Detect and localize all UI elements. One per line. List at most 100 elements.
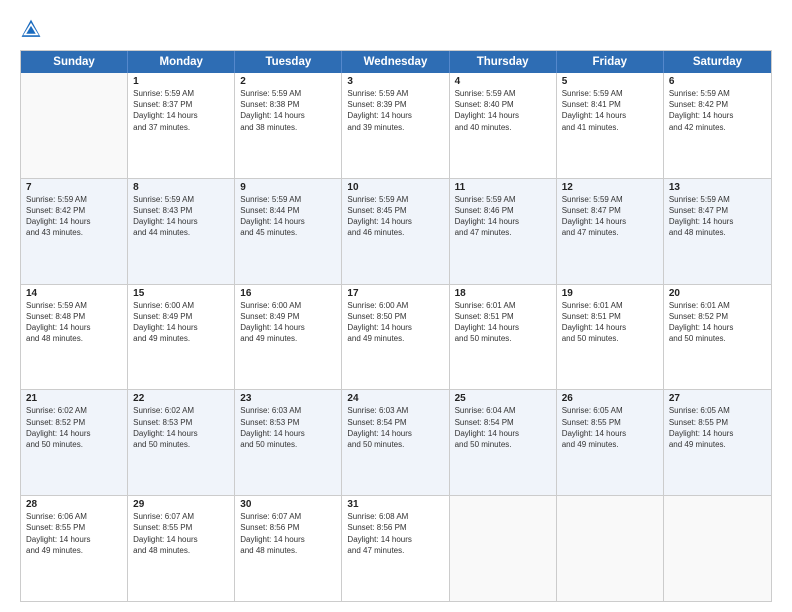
day-info-line: Sunset: 8:53 PM (133, 417, 229, 428)
day-info-line: and 50 minutes. (347, 439, 443, 450)
day-info-line: Sunset: 8:47 PM (669, 205, 766, 216)
weekday-header: Monday (128, 51, 235, 73)
day-cell: 16Sunrise: 6:00 AMSunset: 8:49 PMDayligh… (235, 285, 342, 390)
day-info-line: Sunrise: 5:59 AM (455, 88, 551, 99)
logo (20, 18, 46, 40)
day-number: 15 (133, 288, 229, 299)
calendar-row: 7Sunrise: 5:59 AMSunset: 8:42 PMDaylight… (21, 179, 771, 285)
day-info-line: and 38 minutes. (240, 122, 336, 133)
day-cell: 4Sunrise: 5:59 AMSunset: 8:40 PMDaylight… (450, 73, 557, 178)
day-number: 22 (133, 393, 229, 404)
day-info-line: Sunrise: 6:01 AM (669, 300, 766, 311)
day-cell: 3Sunrise: 5:59 AMSunset: 8:39 PMDaylight… (342, 73, 449, 178)
day-info-line: and 50 minutes. (562, 333, 658, 344)
day-info-line: Sunrise: 6:06 AM (26, 511, 122, 522)
day-info-line: Sunset: 8:49 PM (133, 311, 229, 322)
day-info-line: and 40 minutes. (455, 122, 551, 133)
day-info-line: Sunset: 8:41 PM (562, 99, 658, 110)
day-info-line: Daylight: 14 hours (455, 322, 551, 333)
day-info-line: Sunrise: 6:02 AM (26, 405, 122, 416)
day-number: 31 (347, 499, 443, 510)
day-cell: 12Sunrise: 5:59 AMSunset: 8:47 PMDayligh… (557, 179, 664, 284)
day-info-line: and 45 minutes. (240, 227, 336, 238)
day-cell: 21Sunrise: 6:02 AMSunset: 8:52 PMDayligh… (21, 390, 128, 495)
day-cell: 13Sunrise: 5:59 AMSunset: 8:47 PMDayligh… (664, 179, 771, 284)
day-info-line: Daylight: 14 hours (562, 322, 658, 333)
day-info-line: Sunset: 8:45 PM (347, 205, 443, 216)
day-info-line: Sunset: 8:43 PM (133, 205, 229, 216)
day-number: 26 (562, 393, 658, 404)
calendar-row: 21Sunrise: 6:02 AMSunset: 8:52 PMDayligh… (21, 390, 771, 496)
day-info-line: Sunrise: 6:01 AM (562, 300, 658, 311)
day-cell: 25Sunrise: 6:04 AMSunset: 8:54 PMDayligh… (450, 390, 557, 495)
day-info-line: Sunrise: 6:04 AM (455, 405, 551, 416)
calendar-row: 28Sunrise: 6:06 AMSunset: 8:55 PMDayligh… (21, 496, 771, 601)
day-number: 18 (455, 288, 551, 299)
day-info-line: and 37 minutes. (133, 122, 229, 133)
day-info-line: and 49 minutes. (240, 333, 336, 344)
day-number: 13 (669, 182, 766, 193)
day-cell: 7Sunrise: 5:59 AMSunset: 8:42 PMDaylight… (21, 179, 128, 284)
day-info-line: and 46 minutes. (347, 227, 443, 238)
day-cell: 11Sunrise: 5:59 AMSunset: 8:46 PMDayligh… (450, 179, 557, 284)
day-info-line: and 49 minutes. (347, 333, 443, 344)
day-info-line: Daylight: 14 hours (347, 428, 443, 439)
logo-icon (20, 18, 42, 40)
day-number: 5 (562, 76, 658, 87)
day-info-line: Daylight: 14 hours (240, 428, 336, 439)
day-number: 4 (455, 76, 551, 87)
day-info-line: and 48 minutes. (669, 227, 766, 238)
day-info-line: Sunset: 8:37 PM (133, 99, 229, 110)
day-cell: 1Sunrise: 5:59 AMSunset: 8:37 PMDaylight… (128, 73, 235, 178)
day-cell: 19Sunrise: 6:01 AMSunset: 8:51 PMDayligh… (557, 285, 664, 390)
weekday-header: Wednesday (342, 51, 449, 73)
day-info-line: Daylight: 14 hours (240, 110, 336, 121)
day-info-line: Daylight: 14 hours (455, 216, 551, 227)
day-info-line: Sunrise: 6:03 AM (240, 405, 336, 416)
day-info-line: and 48 minutes. (26, 333, 122, 344)
day-info-line: and 49 minutes. (133, 333, 229, 344)
day-info-line: Daylight: 14 hours (26, 428, 122, 439)
weekday-header: Sunday (21, 51, 128, 73)
day-cell: 30Sunrise: 6:07 AMSunset: 8:56 PMDayligh… (235, 496, 342, 601)
empty-cell (557, 496, 664, 601)
header (20, 18, 772, 40)
calendar-row: 1 Sunrise: 5:59 AM Sunset: 8:37 PM Daylight… (21, 73, 771, 179)
day-info-line: Sunrise: 6:08 AM (347, 511, 443, 522)
day-cell: 15Sunrise: 6:00 AMSunset: 8:49 PMDayligh… (128, 285, 235, 390)
day-info-line: and 39 minutes. (347, 122, 443, 133)
day-number: 9 (240, 182, 336, 193)
day-info-line: Sunrise: 5:59 AM (347, 88, 443, 99)
day-info-line: Sunrise: 6:03 AM (347, 405, 443, 416)
day-number: 20 (669, 288, 766, 299)
empty-cell (21, 73, 128, 178)
day-info-line: Sunrise: 5:59 AM (669, 88, 766, 99)
weekday-header: Thursday (450, 51, 557, 73)
day-info-line: Sunrise: 6:07 AM (133, 511, 229, 522)
day-info-line: Sunrise: 5:59 AM (26, 194, 122, 205)
calendar-body: 1 Sunrise: 5:59 AM Sunset: 8:37 PM Daylight… (21, 73, 771, 601)
day-info-line: and 50 minutes. (455, 439, 551, 450)
day-info-line: Sunrise: 5:59 AM (455, 194, 551, 205)
weekday-header: Friday (557, 51, 664, 73)
day-info-line: Daylight: 14 hours (133, 534, 229, 545)
day-info-line: and 43 minutes. (26, 227, 122, 238)
day-number: 17 (347, 288, 443, 299)
day-cell: 23Sunrise: 6:03 AMSunset: 8:53 PMDayligh… (235, 390, 342, 495)
day-cell: 8Sunrise: 5:59 AMSunset: 8:43 PMDaylight… (128, 179, 235, 284)
weekday-header: Tuesday (235, 51, 342, 73)
day-info-line: Daylight: 14 hours (240, 216, 336, 227)
day-info-line: Daylight: 14 hours (562, 428, 658, 439)
day-number: 1 (133, 76, 229, 87)
day-number: 7 (26, 182, 122, 193)
day-info-line: Daylight: 14 hours (133, 216, 229, 227)
day-info-line: and 48 minutes. (240, 545, 336, 556)
day-number: 6 (669, 76, 766, 87)
day-info-line: Sunrise: 5:59 AM (669, 194, 766, 205)
calendar: SundayMondayTuesdayWednesdayThursdayFrid… (20, 50, 772, 602)
day-cell: 20Sunrise: 6:01 AMSunset: 8:52 PMDayligh… (664, 285, 771, 390)
day-number: 19 (562, 288, 658, 299)
day-info-line: and 49 minutes. (562, 439, 658, 450)
day-info-line: Sunset: 8:54 PM (347, 417, 443, 428)
day-info-line: and 47 minutes. (562, 227, 658, 238)
